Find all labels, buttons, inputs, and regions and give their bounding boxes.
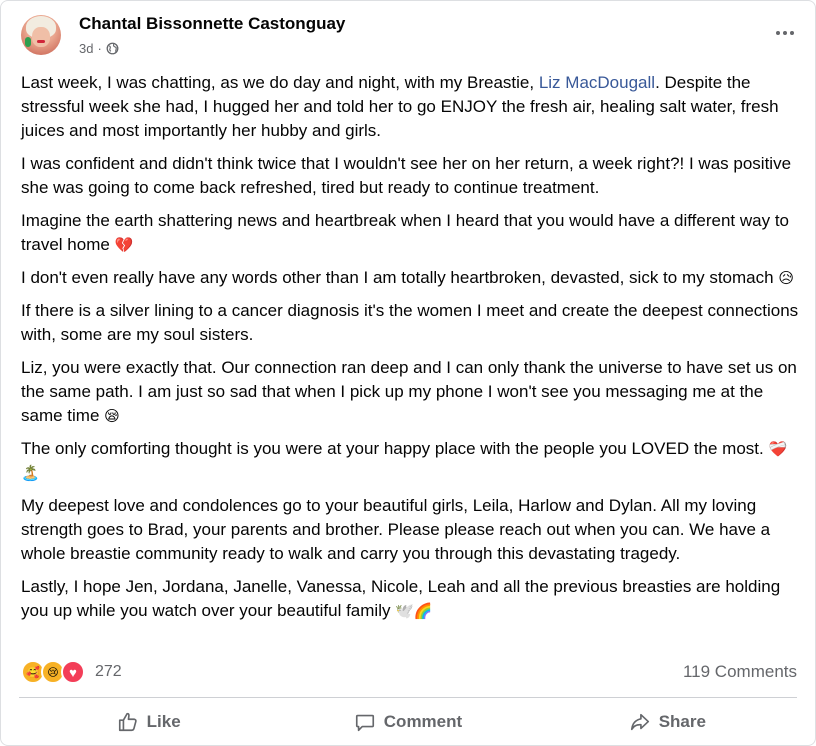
- paragraph-8: My deepest love and condolences go to yo…: [21, 496, 771, 563]
- paragraph-7: The only comforting thought is you were …: [21, 437, 803, 485]
- avatar-lips: [37, 40, 45, 43]
- share-button[interactable]: Share: [538, 701, 797, 743]
- paragraph-2: I was confident and didn't think twice t…: [21, 154, 792, 197]
- paragraph-9: Lastly, I hope Jen, Jordana, Janelle, Va…: [21, 575, 803, 623]
- mention-link[interactable]: Liz MacDougall: [539, 73, 655, 92]
- action-bar: Like Comment Share: [19, 701, 797, 743]
- text-run: The only comforting thought is you were …: [21, 439, 764, 458]
- post-text: Last week, I was chatting, as we do day …: [21, 71, 803, 632]
- like-label: Like: [146, 712, 181, 731]
- text-run: Last week, I was chatting, as we do day …: [21, 73, 539, 92]
- paragraph-5: If there is a silver lining to a cancer …: [21, 301, 799, 344]
- text-run: I don't even really have any words other…: [21, 268, 774, 287]
- paragraph-3: Imagine the earth shattering news and he…: [21, 209, 803, 257]
- post-timestamp[interactable]: 3d: [79, 41, 93, 56]
- comments-count[interactable]: 119 Comments: [683, 662, 797, 682]
- share-arrow-icon: [630, 713, 649, 731]
- text-run: Liz, you were exactly that. Our connecti…: [21, 358, 797, 425]
- broken-heart-emoji: 💔: [114, 236, 134, 254]
- reactions-summary[interactable]: 🥰 😢 ♥ 272: [21, 660, 122, 684]
- love-glyph: ♥: [69, 664, 77, 680]
- like-button[interactable]: Like: [19, 701, 278, 743]
- avatar-earring: [25, 37, 31, 47]
- comment-bubble-icon: [355, 714, 374, 732]
- meta-separator: ·: [97, 41, 102, 56]
- more-dot: [790, 31, 794, 35]
- dove-rainbow-emoji: 🕊️🌈: [395, 602, 433, 620]
- post-meta: 3d ·: [79, 41, 119, 56]
- sleepy-face-emoji: 😪: [104, 407, 120, 425]
- author-name[interactable]: Chantal Bissonnette Castonguay: [79, 14, 345, 34]
- more-dot: [776, 31, 780, 35]
- more-options-button[interactable]: [773, 23, 797, 43]
- comment-button[interactable]: Comment: [278, 701, 537, 743]
- paragraph-6: Liz, you were exactly that. Our connecti…: [21, 356, 803, 428]
- avatar-face: [32, 27, 50, 47]
- thumbs-up-icon: [118, 712, 137, 732]
- love-reaction-icon: ♥: [61, 660, 85, 684]
- globe-icon[interactable]: [106, 42, 119, 55]
- comment-label: Comment: [383, 712, 463, 731]
- sad-face-emoji: 😥: [778, 269, 794, 287]
- post-card: Chantal Bissonnette Castonguay 3d · Last…: [0, 0, 816, 746]
- divider: [19, 697, 797, 698]
- paragraph-4: I don't even really have any words other…: [21, 266, 803, 290]
- reaction-count[interactable]: 272: [95, 663, 122, 681]
- share-label: Share: [658, 712, 706, 731]
- author-avatar[interactable]: [21, 15, 61, 55]
- text-run: Imagine the earth shattering news and he…: [21, 211, 790, 254]
- more-dot: [783, 31, 787, 35]
- paragraph-1: Last week, I was chatting, as we do day …: [21, 71, 803, 143]
